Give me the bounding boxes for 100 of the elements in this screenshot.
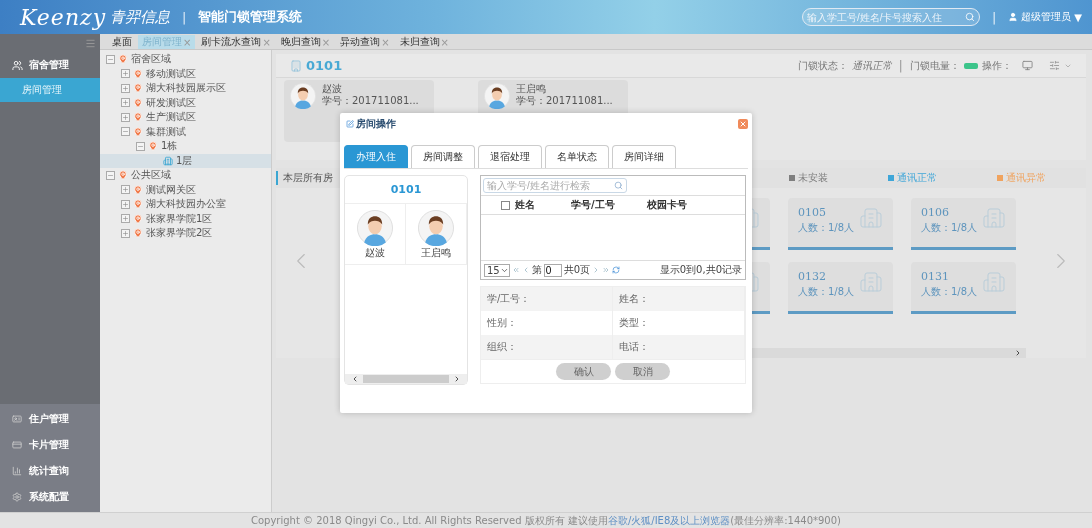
first-page-icon[interactable] bbox=[511, 266, 520, 274]
pin-icon bbox=[133, 83, 143, 94]
tree-node[interactable]: 1栋 bbox=[100, 139, 271, 154]
occupancy: 人数：1/8人 bbox=[921, 221, 978, 235]
collapse-icon[interactable] bbox=[136, 141, 145, 151]
monitor-icon[interactable] bbox=[1022, 60, 1033, 71]
battery-label: 门锁电量： bbox=[910, 58, 960, 73]
tree-node[interactable]: 测试网关区 bbox=[100, 182, 271, 197]
last-page-icon[interactable] bbox=[602, 266, 611, 274]
detail-label: 学/工号： bbox=[481, 287, 613, 311]
room-number: 0101 bbox=[345, 176, 467, 204]
expand-icon[interactable] bbox=[121, 112, 130, 122]
dialog-tab[interactable]: 退宿处理 bbox=[478, 145, 542, 168]
copyright-text: Copyright © 2018 Qingyi Co., Ltd. All Rights Reserved 版权所有 建议使用谷歌/火狐/IE8及以上浏览器(最佳分辨率:1440*900) bbox=[251, 513, 841, 528]
settings-icon[interactable] bbox=[1049, 60, 1060, 71]
student-id: 学号：201711081... bbox=[516, 95, 613, 107]
search-field[interactable]: 输入学工号/姓名/卡号搜索入住 bbox=[801, 8, 980, 26]
detail-label: 姓名： bbox=[613, 287, 745, 311]
search-field[interactable]: 输入学号/姓名进行检索 bbox=[483, 178, 627, 193]
room-number: 0105 bbox=[798, 206, 827, 219]
tree-node[interactable]: 生产测试区 bbox=[100, 110, 271, 125]
tree-node[interactable]: 公共区域 bbox=[100, 168, 271, 183]
tree-node[interactable]: 集群测试 bbox=[100, 124, 271, 139]
scroll-right-icon[interactable] bbox=[453, 375, 461, 383]
dialog-tab[interactable]: 房间调整 bbox=[411, 145, 475, 168]
occupant-name: 赵波 bbox=[365, 246, 385, 260]
total-pages: 共0页 bbox=[563, 263, 591, 277]
user-icon bbox=[1008, 12, 1019, 22]
expand-icon[interactable] bbox=[121, 199, 130, 209]
resident-name: 赵波 bbox=[322, 83, 343, 95]
record-summary: 显示0到0,共0记录 bbox=[659, 263, 742, 277]
collapse-icon[interactable] bbox=[106, 170, 115, 180]
checkbox[interactable] bbox=[501, 200, 510, 210]
collapse-icon[interactable] bbox=[106, 54, 115, 64]
tree-node[interactable]: 1层 bbox=[100, 153, 271, 168]
occupancy: 人数：1/8人 bbox=[921, 285, 978, 299]
scrollbar[interactable] bbox=[345, 374, 467, 384]
expand-icon[interactable] bbox=[121, 185, 130, 195]
tree-node[interactable]: 湖大科技园展示区 bbox=[100, 81, 271, 96]
sidebar-item[interactable]: 卡片管理 bbox=[0, 432, 100, 458]
expand-icon[interactable] bbox=[121, 69, 130, 79]
confirm-button[interactable]: 确认 bbox=[556, 363, 611, 380]
collapse-icon[interactable] bbox=[121, 127, 130, 137]
room-number: 0131 bbox=[921, 270, 950, 283]
page-size-select[interactable]: 15 bbox=[484, 263, 510, 277]
expand-icon[interactable] bbox=[121, 98, 130, 108]
search-icon[interactable] bbox=[614, 181, 623, 190]
refresh-icon[interactable] bbox=[612, 266, 621, 274]
occupant[interactable]: 赵波 bbox=[345, 204, 406, 264]
legend-label: 通讯异常 bbox=[1006, 171, 1046, 185]
detail-label: 电话： bbox=[613, 335, 745, 359]
tree-node[interactable]: 研发测试区 bbox=[100, 95, 271, 110]
page-tab[interactable]: 异动查询× bbox=[336, 35, 394, 49]
sidebar-item[interactable]: 系统配置 bbox=[0, 484, 100, 510]
sidebar-item[interactable]: 住户管理 bbox=[0, 406, 100, 432]
student-id: 学号：201711081... bbox=[322, 95, 419, 107]
page-tab[interactable]: 桌面 bbox=[108, 35, 136, 49]
page-tab[interactable]: 晚归查询× bbox=[276, 35, 335, 49]
occupant[interactable]: 王启鸣 bbox=[406, 204, 467, 264]
expand-icon[interactable] bbox=[121, 228, 130, 238]
avatar bbox=[418, 210, 454, 246]
pin-icon bbox=[133, 97, 143, 108]
close-button[interactable] bbox=[738, 119, 748, 129]
users-icon bbox=[12, 59, 23, 71]
dialog-title: 房间操作 bbox=[346, 117, 396, 131]
tree-node[interactable]: 张家界学院2区 bbox=[100, 226, 271, 241]
scroll-left-icon[interactable] bbox=[351, 375, 359, 383]
dialog-tab[interactable]: 名单状态 bbox=[545, 145, 609, 168]
avatar bbox=[290, 83, 316, 109]
cancel-button[interactable]: 取消 bbox=[615, 363, 670, 380]
page-tab[interactable]: 刷卡流水查询× bbox=[197, 35, 275, 49]
pin-icon bbox=[133, 126, 143, 137]
avatar bbox=[484, 83, 510, 109]
dialog-tab[interactable]: 房间详细 bbox=[612, 145, 676, 168]
tree-node[interactable]: 宿舍区域 bbox=[100, 52, 271, 67]
room-number: 0106 bbox=[921, 206, 950, 219]
edit-icon bbox=[346, 120, 354, 128]
battery-icon bbox=[964, 62, 978, 69]
page-input[interactable]: 0 bbox=[543, 263, 562, 277]
expand-icon[interactable] bbox=[121, 214, 130, 224]
tree-node[interactable]: 湖大科技园办公室 bbox=[100, 197, 271, 212]
sidebar-group[interactable]: 宿舍管理 bbox=[0, 52, 100, 78]
resident-name: 王启鸣 bbox=[516, 83, 547, 95]
pin-icon bbox=[133, 112, 143, 123]
legend-label: 未安装 bbox=[798, 171, 828, 185]
column-header: 姓名 bbox=[515, 198, 536, 212]
pin-icon bbox=[133, 184, 143, 195]
lock-status: 通讯正常 bbox=[851, 58, 892, 73]
settings-icon bbox=[12, 492, 22, 502]
tree-node[interactable]: 张家界学院1区 bbox=[100, 211, 271, 226]
expand-icon[interactable] bbox=[121, 83, 130, 93]
lock-status-label: 门锁状态： bbox=[797, 58, 848, 73]
page-tab[interactable]: 未归查询× bbox=[395, 35, 453, 49]
sidebar-item[interactable]: 统计查询 bbox=[0, 458, 100, 484]
scroll-right-icon[interactable] bbox=[1014, 349, 1022, 357]
pin-icon bbox=[133, 199, 143, 210]
legend-label: 通讯正常 bbox=[897, 171, 937, 185]
menu-icon[interactable] bbox=[85, 37, 96, 49]
tree-node[interactable]: 移动测试区 bbox=[100, 66, 271, 81]
operate-label: 操作： bbox=[982, 58, 1012, 73]
